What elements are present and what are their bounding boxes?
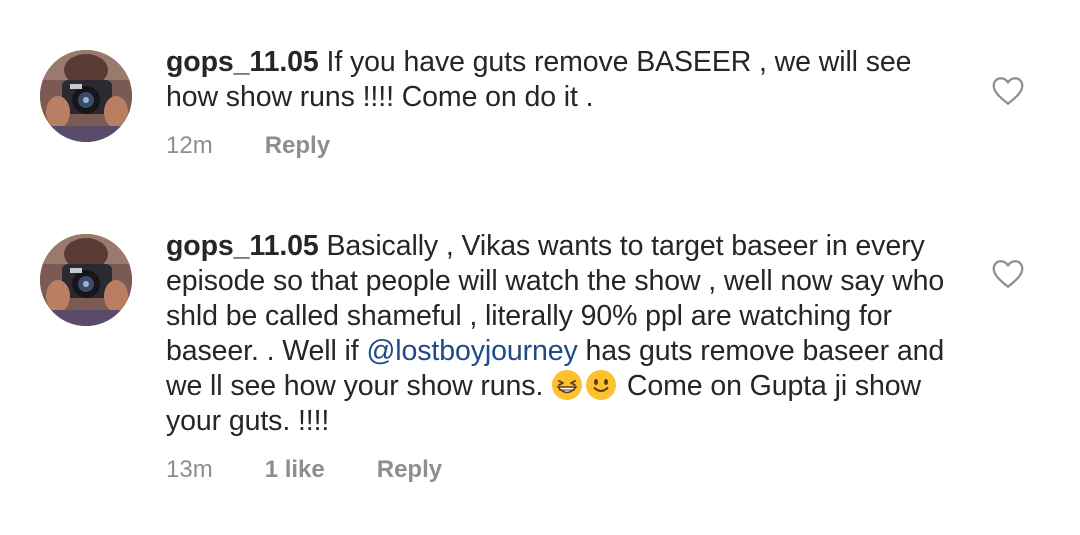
comment-meta: 13m 1 like Reply — [166, 456, 442, 484]
mention-link[interactable]: @lostboyjourney — [366, 335, 577, 367]
heart-outline-icon[interactable] — [990, 256, 1026, 292]
likes-count[interactable]: 1 like — [265, 456, 325, 484]
avatar[interactable] — [40, 50, 132, 142]
username[interactable]: gops_11.05 — [166, 230, 319, 262]
reply-button[interactable]: Reply — [265, 132, 330, 160]
comment-meta: 12m Reply — [166, 132, 330, 160]
avatar-image — [40, 50, 132, 142]
reply-button[interactable]: Reply — [377, 456, 442, 484]
username[interactable]: gops_11.05 — [166, 46, 319, 78]
timestamp: 13m — [166, 456, 213, 483]
slightly-smiling-face-icon — [586, 370, 617, 400]
comment-text: gops_11.05 If you have guts remove BASEE… — [166, 45, 966, 115]
comment-text: gops_11.05 Basically , Vikas wants to ta… — [166, 229, 966, 439]
grinning-squinting-face-icon — [552, 370, 583, 400]
heart-outline-icon[interactable] — [990, 73, 1026, 109]
timestamp: 12m — [166, 132, 213, 159]
avatar[interactable] — [40, 234, 132, 326]
avatar-image — [40, 234, 132, 326]
